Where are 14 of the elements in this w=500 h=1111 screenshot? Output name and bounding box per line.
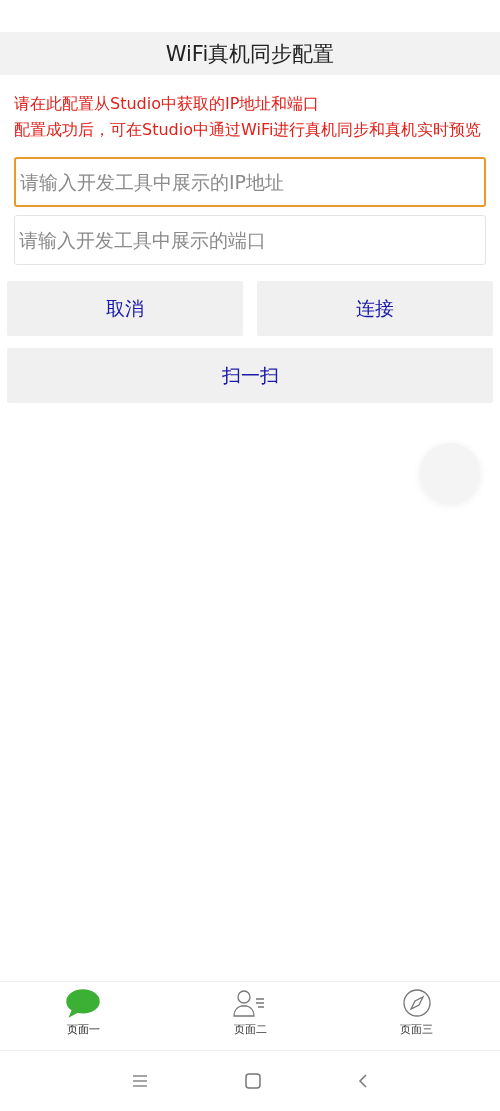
connect-button[interactable]: 连接 — [257, 281, 493, 336]
notice-text: 请在此配置从Studio中获取的IP地址和端口 — [14, 93, 321, 115]
scan-button[interactable]: 扫一扫 — [7, 348, 493, 403]
chat-bubble-icon — [65, 988, 102, 1018]
tab[interactable]: 页面一 — [0, 982, 167, 1050]
back-icon[interactable] — [357, 1072, 369, 1090]
menu-icon[interactable] — [131, 1074, 149, 1088]
page-title: WiFi真机同步配置 — [165, 40, 335, 68]
notice-text: 配置成功后，可在Studio中通过WiFi进行真机同步和真机实时预览 — [14, 119, 483, 141]
home-icon[interactable] — [244, 1072, 262, 1090]
tab[interactable]: 页面二 — [166, 982, 334, 1050]
tab[interactable]: 页面三 — [333, 982, 500, 1050]
input-field[interactable]: 请输入开发工具中展示的IP地址 — [14, 157, 486, 207]
cancel-button[interactable]: 取消 — [7, 281, 243, 336]
